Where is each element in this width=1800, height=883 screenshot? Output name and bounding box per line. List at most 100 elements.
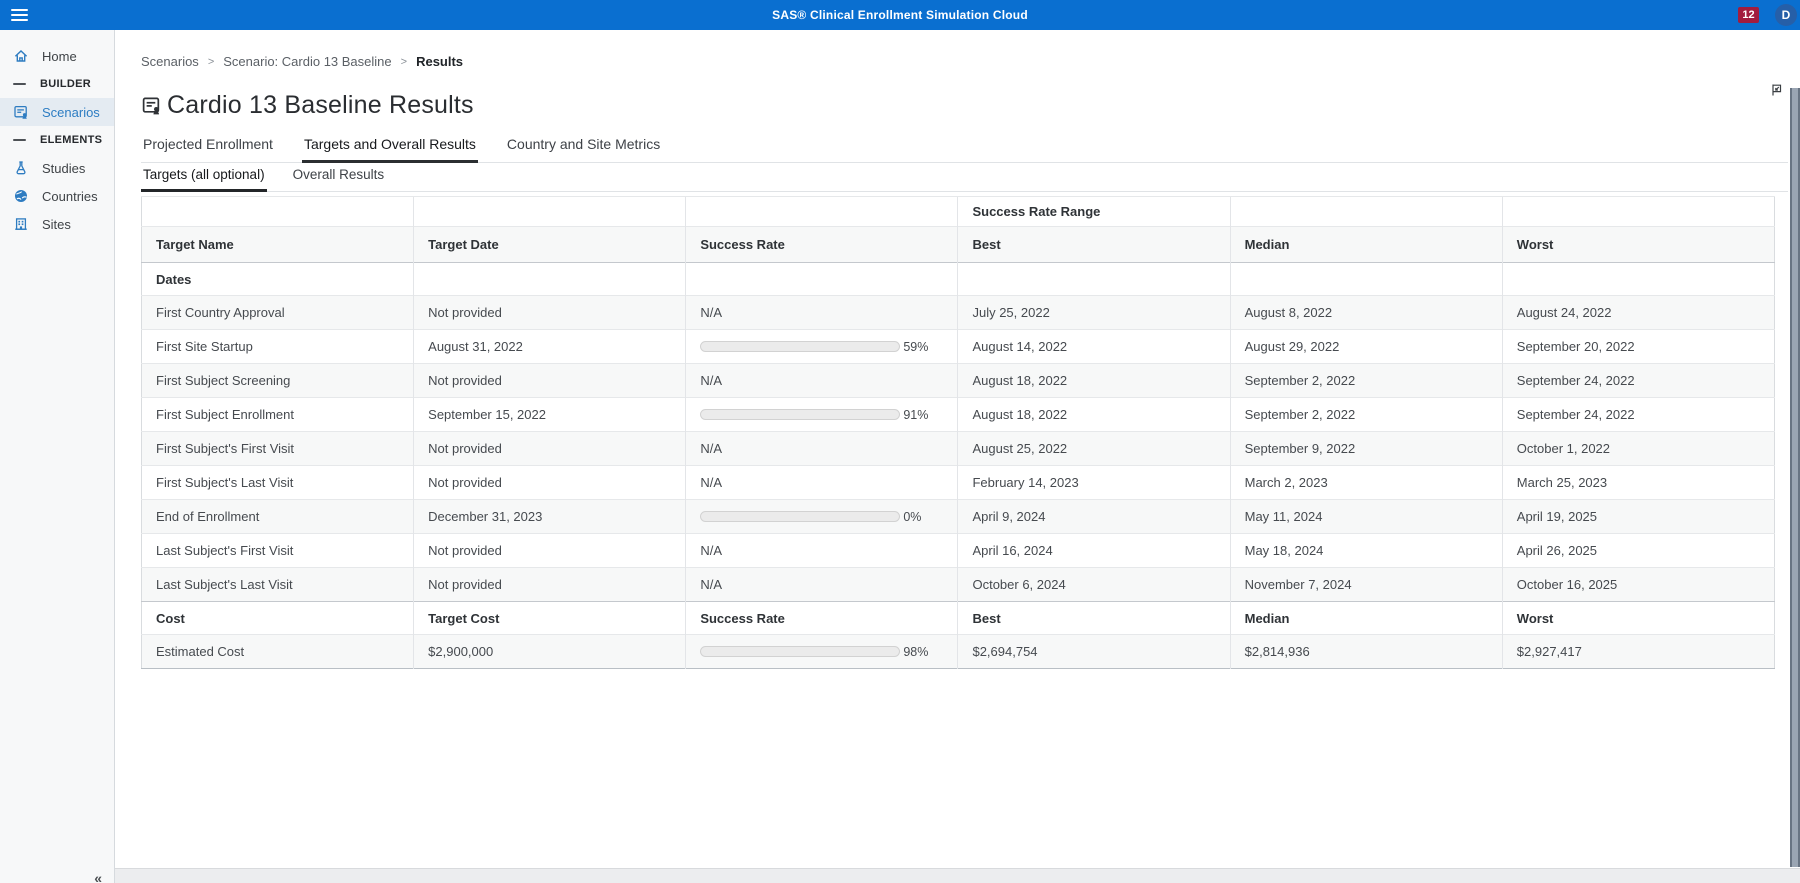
cell: Not provided — [414, 296, 686, 330]
cell: April 26, 2025 — [1502, 534, 1774, 568]
header-cell — [686, 197, 958, 227]
header-cell — [414, 197, 686, 227]
sidebar-item-home[interactable]: Home — [0, 42, 114, 70]
cell: August 31, 2022 — [414, 330, 686, 364]
cell: First Subject Screening — [142, 364, 414, 398]
tab-bar: Projected Enrollment Targets and Overall … — [141, 132, 1788, 163]
tab-targets-and-overall-results[interactable]: Targets and Overall Results — [302, 132, 478, 163]
cell: N/A — [686, 296, 958, 330]
table-row-end-of-enrollment: End of EnrollmentDecember 31, 2023 0% Ap… — [142, 500, 1775, 534]
span-header-row: Success Rate Range — [142, 197, 1775, 227]
cell: First Site Startup — [142, 330, 414, 364]
table-row-first-subject-s-first-visit: First Subject's First VisitNot providedN… — [142, 432, 1775, 466]
success-rate-track — [700, 511, 900, 522]
sidebar: HomeBUILDER ScenariosELEMENTS Studies Co… — [0, 30, 115, 883]
success-rate-track — [700, 646, 900, 657]
cell: September 24, 2022 — [1502, 398, 1774, 432]
cell: October 6, 2024 — [958, 568, 1230, 602]
cell: August 24, 2022 — [1502, 296, 1774, 330]
table-row-first-subject-s-last-visit: First Subject's Last VisitNot providedN/… — [142, 466, 1775, 500]
cell: End of Enrollment — [142, 500, 414, 534]
cell: May 18, 2024 — [1230, 534, 1502, 568]
header-cell — [1230, 197, 1502, 227]
sites-icon — [13, 216, 29, 232]
header-cell: Best — [958, 602, 1230, 635]
cell: Last Subject's First Visit — [142, 534, 414, 568]
section-dash-icon — [13, 139, 26, 142]
header-cell: Success Rate — [686, 227, 958, 263]
cell: September 15, 2022 — [414, 398, 686, 432]
scrollbar-thumb[interactable] — [1790, 88, 1800, 867]
success-rate-track — [700, 409, 900, 420]
cell: February 14, 2023 — [958, 466, 1230, 500]
header-cell — [414, 263, 686, 296]
cell: September 24, 2022 — [1502, 364, 1774, 398]
cell: N/A — [686, 534, 958, 568]
sidebar-item-label: Home — [42, 49, 77, 64]
success-rate-value: 59% — [903, 340, 928, 354]
hamburger-menu-icon[interactable] — [11, 6, 28, 24]
sidebar-nav: HomeBUILDER ScenariosELEMENTS Studies Co… — [0, 42, 114, 238]
cell: April 16, 2024 — [958, 534, 1230, 568]
cell: March 25, 2023 — [1502, 466, 1774, 500]
sidebar-item-sites[interactable]: Sites — [0, 210, 114, 238]
scenario-results-icon — [141, 95, 162, 116]
header-cell: Worst — [1502, 602, 1774, 635]
breadcrumb-separator: > — [401, 56, 407, 68]
breadcrumb-item-scenarios[interactable]: Scenarios — [141, 54, 199, 69]
breadcrumb: Scenarios>Scenario: Cardio 13 Baseline>R… — [141, 54, 1788, 69]
header-cell: Median — [1230, 227, 1502, 263]
sidebar-collapse-button[interactable]: « — [94, 871, 102, 883]
notification-badge[interactable]: 12 — [1738, 7, 1759, 23]
globe-icon — [13, 188, 29, 204]
table-row-last-subject-s-last-visit: Last Subject's Last VisitNot providedN/A… — [142, 568, 1775, 602]
table-row-estimated-cost: Estimated Cost$2,900,000 98% $2,694,754$… — [142, 635, 1775, 669]
cell: First Subject's First Visit — [142, 432, 414, 466]
table-row-last-subject-s-first-visit: Last Subject's First VisitNot providedN/… — [142, 534, 1775, 568]
scenarios-icon — [13, 104, 29, 120]
cell: $2,900,000 — [414, 635, 686, 669]
cell: Not provided — [414, 568, 686, 602]
success-rate-bar: 59% — [700, 340, 943, 354]
table-row-first-subject-screening: First Subject ScreeningNot providedN/AAu… — [142, 364, 1775, 398]
tab-projected-enrollment[interactable]: Projected Enrollment — [141, 132, 275, 163]
cell: Not provided — [414, 432, 686, 466]
sidebar-item-countries[interactable]: Countries — [0, 182, 114, 210]
tab-country-and-site-metrics[interactable]: Country and Site Metrics — [505, 132, 662, 163]
cell: Estimated Cost — [142, 635, 414, 669]
table-row-first-country-approval: First Country ApprovalNot providedN/AJul… — [142, 296, 1775, 330]
cell: August 18, 2022 — [958, 398, 1230, 432]
open-panel-icon[interactable] — [1768, 82, 1784, 98]
cell: Not provided — [414, 466, 686, 500]
breadcrumb-item-scenario-cardio-13-baseline[interactable]: Scenario: Cardio 13 Baseline — [223, 54, 391, 69]
page-title: Cardio 13 Baseline Results — [167, 91, 474, 120]
header-cell: Cost — [142, 602, 414, 635]
cell: April 9, 2024 — [958, 500, 1230, 534]
user-avatar[interactable]: D — [1775, 4, 1797, 26]
sidebar-item-scenarios[interactable]: Scenarios — [0, 98, 114, 126]
cell: August 14, 2022 — [958, 330, 1230, 364]
header-cell: Median — [1230, 602, 1502, 635]
header-cell — [958, 263, 1230, 296]
cell: October 16, 2025 — [1502, 568, 1774, 602]
bottom-strip — [115, 868, 1800, 883]
cell: 0% — [686, 500, 958, 534]
breadcrumb-separator: > — [208, 56, 214, 68]
section-dash-icon — [13, 83, 26, 86]
cell: December 31, 2023 — [414, 500, 686, 534]
header-cell: Success Rate Range — [958, 197, 1230, 227]
subtab-targets-all-optional[interactable]: Targets (all optional) — [141, 165, 267, 192]
header-cell — [142, 197, 414, 227]
header-cell: Target Name — [142, 227, 414, 263]
subtab-overall-results[interactable]: Overall Results — [291, 165, 387, 192]
sidebar-item-studies[interactable]: Studies — [0, 154, 114, 182]
sidebar-section-label: ELEMENTS — [40, 134, 102, 146]
sidebar-item-label: Scenarios — [42, 105, 100, 120]
cell: First Subject Enrollment — [142, 398, 414, 432]
cell: April 19, 2025 — [1502, 500, 1774, 534]
cell: Not provided — [414, 364, 686, 398]
cell: N/A — [686, 466, 958, 500]
sidebar-item-label: Countries — [42, 189, 98, 204]
header-cell — [686, 263, 958, 296]
header-cell: Worst — [1502, 227, 1774, 263]
